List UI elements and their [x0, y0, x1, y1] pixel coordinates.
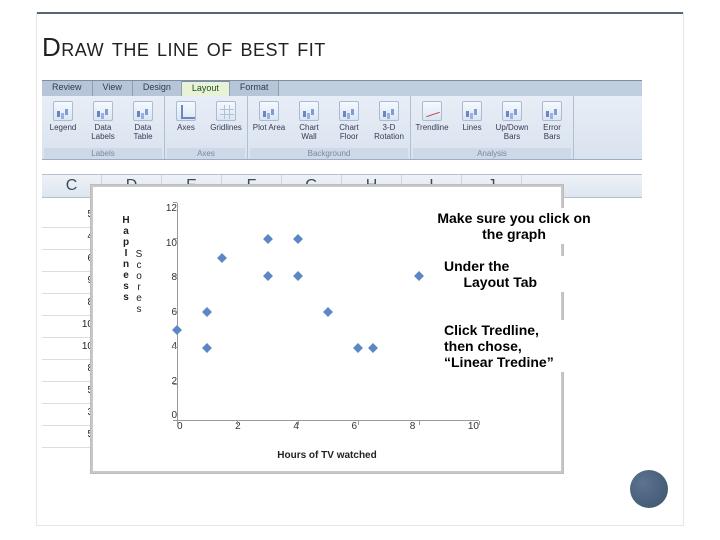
- slide: Draw the line of best fit ReviewViewDesi…: [0, 0, 720, 540]
- ribbon-btn-lines[interactable]: Lines: [453, 98, 491, 135]
- ribbon-btn-data-labels[interactable]: Data Labels: [84, 98, 122, 144]
- y-axis-ticks: 121086420: [153, 203, 177, 421]
- data-labels-icon: [93, 101, 113, 121]
- data-point: [202, 307, 212, 317]
- group-label: Analysis: [413, 148, 571, 159]
- y-axis-line: [177, 203, 178, 421]
- ribbon-btn-chart-wall[interactable]: Chart Wall: [290, 98, 328, 144]
- ribbon-btn-gridlines[interactable]: Gridlines: [207, 98, 245, 135]
- ribbon-btn-legend[interactable]: Legend: [44, 98, 82, 135]
- ribbon-btn-data-table[interactable]: Data Table: [124, 98, 162, 144]
- decorative-circle-icon: [630, 470, 668, 508]
- top-border: [36, 12, 684, 14]
- ribbon-tab-view[interactable]: View: [93, 81, 133, 96]
- y-axis-sub-label: S c o r e s: [135, 249, 143, 315]
- axes-icon: [176, 101, 196, 121]
- callout-click-graph: Make sure you click on the graph: [424, 208, 604, 244]
- data-point: [293, 271, 303, 281]
- data-point: [263, 271, 273, 281]
- data-point: [217, 253, 227, 263]
- legend-icon: [53, 101, 73, 121]
- ribbon-btn-axes[interactable]: Axes: [167, 98, 205, 135]
- ribbon-group-axes: AxesGridlinesAxes: [165, 96, 248, 159]
- lines-icon: [462, 101, 482, 121]
- data-point: [202, 343, 212, 353]
- group-label: Labels: [44, 148, 162, 159]
- ribbon-btn-trendline[interactable]: Trendline: [413, 98, 451, 135]
- ribbon-tab-design[interactable]: Design: [133, 81, 182, 96]
- y-axis-label: H a p I n e s s: [121, 215, 131, 303]
- data-point: [323, 307, 333, 317]
- ribbon-tab-format[interactable]: Format: [230, 81, 280, 96]
- ribbon-btn-chart-floor[interactable]: Chart Floor: [330, 98, 368, 144]
- ribbon-group-labels: LegendData LabelsData Table Labels: [42, 96, 165, 159]
- plot-area-icon: [259, 101, 279, 121]
- ribbon-group-analysis: TrendlineLinesUp/Down BarsError Bars Anal…: [411, 96, 574, 159]
- callout-layout-tab: Under the Layout Tab: [440, 256, 600, 292]
- data-table-icon: [133, 101, 153, 121]
- group-label: Background: [250, 148, 408, 159]
- ribbon-tab-review[interactable]: Review: [42, 81, 93, 96]
- ribbon-tabs: ReviewViewDesignLayoutFormat: [42, 80, 642, 96]
- data-point: [263, 234, 273, 244]
- ribbon-btn-error-bars[interactable]: Error Bars: [533, 98, 571, 144]
- callout-trendline: Click Tredline, then chose, “Linear Tred…: [440, 320, 610, 372]
- ribbon-tab-layout[interactable]: Layout: [182, 81, 230, 96]
- group-label: Axes: [167, 148, 245, 159]
- 3-d-rotation-icon: [379, 101, 399, 121]
- data-point: [353, 343, 363, 353]
- chart-wall-icon: [299, 101, 319, 121]
- ribbon-btn-up-down-bars[interactable]: Up/Down Bars: [493, 98, 531, 144]
- data-point: [368, 343, 378, 353]
- gridlines-icon: [216, 101, 236, 121]
- slide-title: Draw the line of best fit: [42, 32, 684, 63]
- ribbon: ReviewViewDesignLayoutFormat LegendData …: [42, 80, 642, 160]
- x-axis-ticks: 0246810: [177, 421, 479, 437]
- data-point: [414, 271, 424, 281]
- error-bars-icon: [542, 101, 562, 121]
- trendline-icon: [422, 101, 442, 121]
- x-axis-label: Hours of TV watched: [91, 450, 563, 461]
- up-down-bars-icon: [502, 101, 522, 121]
- ribbon-group-background: Plot AreaChart WallChart Floor3-D Rotati…: [248, 96, 411, 159]
- ribbon-body: LegendData LabelsData TableLabelsAxesGri…: [42, 96, 642, 160]
- chart-floor-icon: [339, 101, 359, 121]
- ribbon-btn-plot-area[interactable]: Plot Area: [250, 98, 288, 135]
- ribbon-btn-3-d-rotation[interactable]: 3-D Rotation: [370, 98, 408, 144]
- data-point: [293, 234, 303, 244]
